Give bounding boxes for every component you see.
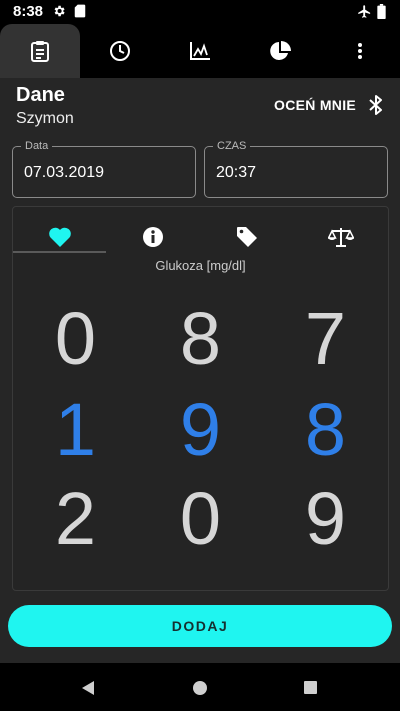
tab-history[interactable] [80,24,160,78]
chart-icon [190,42,210,60]
navigation-bar [0,663,400,711]
info-icon [142,227,163,247]
top-tab-bar [0,24,400,78]
rate-me-button[interactable]: OCEŃ MNIE [274,97,356,113]
digit-cell[interactable]: 0 [13,299,138,379]
digit-cell[interactable]: 8 [138,299,263,379]
back-icon[interactable] [81,680,95,696]
tab-data-entry[interactable] [0,24,80,78]
battery-icon [377,4,386,19]
glucose-label: Glukoza [mg/dl] [155,258,246,273]
airplane-icon [358,5,371,18]
gear-icon [54,5,65,17]
time-field[interactable]: CZAS 20:37 [204,139,388,198]
clock-icon [110,41,130,61]
digit-cell[interactable]: 0 [138,479,263,559]
digit-cell[interactable]: 9 [263,479,388,559]
tab-overflow-menu[interactable] [320,24,400,78]
add-button[interactable]: DODAJ [8,605,392,647]
page-title: Dane [16,84,65,106]
tab-statistics[interactable] [240,24,320,78]
pie-chart-icon [270,41,291,60]
date-field[interactable]: Data 07.03.2019 [12,139,196,198]
tab-info[interactable] [106,215,199,259]
digit-cell[interactable]: 8 [263,390,388,470]
digit-cell[interactable]: 1 [13,390,138,470]
user-name: Szymon [16,110,74,127]
measurement-panel: Glukoza [mg/dl] 087198209 [12,206,389,591]
status-bar: 8:38 [0,0,400,24]
active-tab-indicator [13,251,106,253]
date-field-value: 07.03.2019 [24,164,105,181]
time-field-value: 20:37 [216,164,257,181]
clipboard-icon [31,41,49,62]
overflow-menu-icon [358,43,362,59]
sd-card-icon [74,4,86,18]
heart-icon [48,227,71,247]
date-field-label: Data [21,139,53,153]
bluetooth-icon[interactable] [366,94,386,116]
recents-icon[interactable] [303,680,318,695]
time-field-label: CZAS [213,139,251,153]
scale-icon [327,228,354,247]
tab-weight[interactable] [294,215,387,259]
status-time: 8:38 [13,3,44,20]
digit-cell[interactable]: 9 [138,390,263,470]
digit-cell[interactable]: 2 [13,479,138,559]
tab-chart[interactable] [160,24,240,78]
tag-icon [236,227,257,247]
digit-cell[interactable]: 7 [263,299,388,379]
home-icon[interactable] [192,680,208,696]
tab-tags[interactable] [200,215,293,259]
